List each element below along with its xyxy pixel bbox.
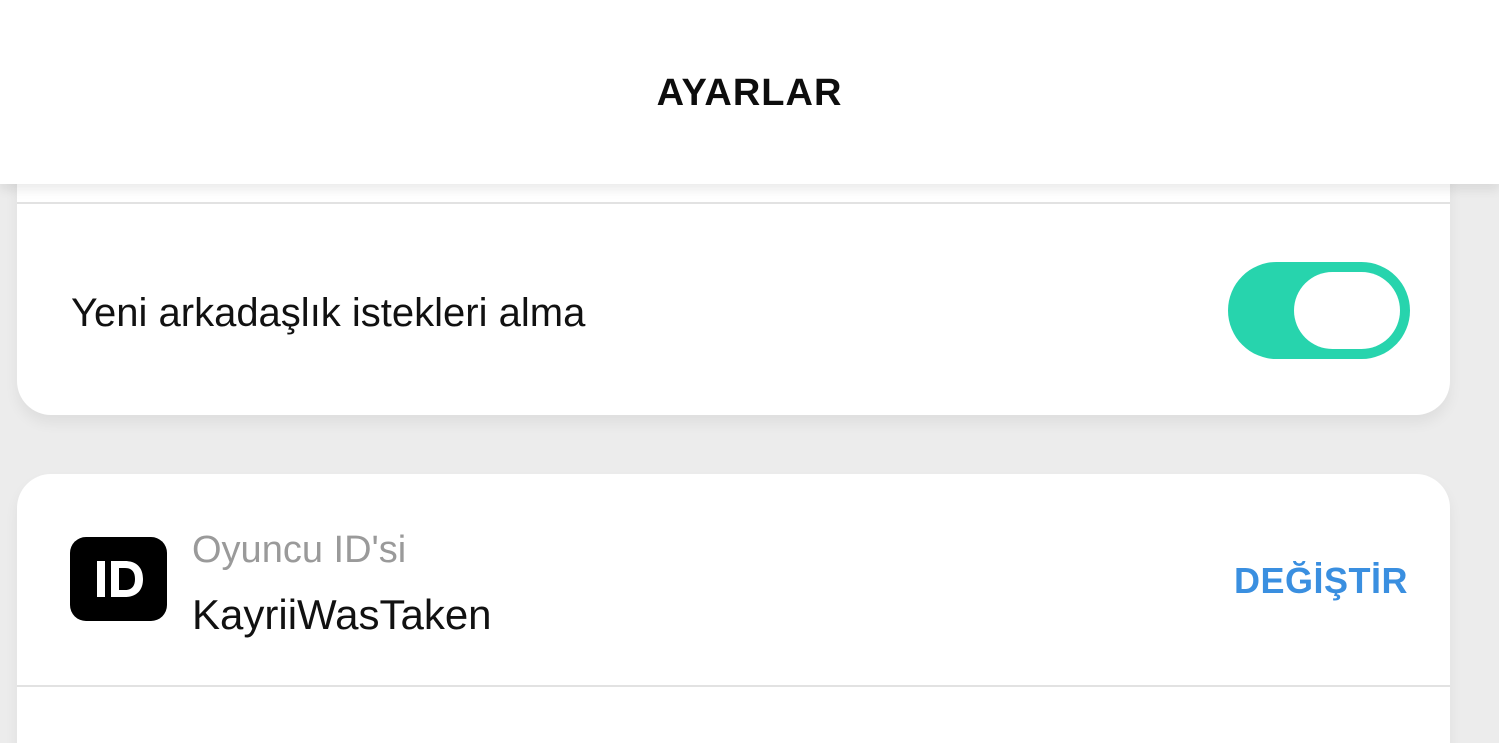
friend-requests-card: Yeni arkadaşlık istekleri alma xyxy=(17,150,1450,415)
page-title: AYARLAR xyxy=(656,72,843,114)
player-id-value: KayriiWasTaken xyxy=(192,591,492,638)
top-bar: AYARLAR xyxy=(0,0,1499,184)
friend-requests-toggle[interactable] xyxy=(1228,262,1410,359)
id-badge-icon xyxy=(70,537,167,621)
player-id-card: Oyuncu ID'si KayriiWasTaken DEĞİŞTİR xyxy=(17,474,1450,743)
toggle-knob xyxy=(1294,272,1400,349)
player-id-caption: Oyuncu ID'si xyxy=(192,529,407,571)
divider xyxy=(17,685,1450,687)
divider xyxy=(17,202,1450,204)
change-id-button[interactable]: DEĞİŞTİR xyxy=(1234,560,1408,602)
settings-screen: AYARLAR Yeni arkadaşlık istekleri alma O… xyxy=(0,0,1499,743)
friend-requests-label: Yeni arkadaşlık istekleri alma xyxy=(71,291,586,335)
